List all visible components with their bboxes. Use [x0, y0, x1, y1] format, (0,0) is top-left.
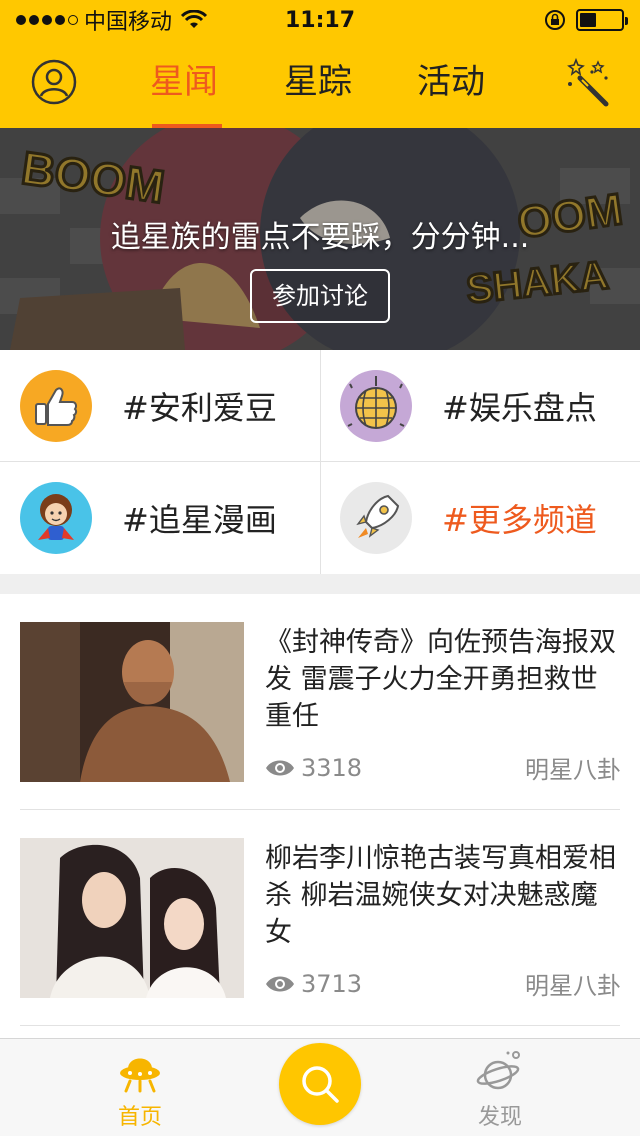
rocket-icon [340, 482, 412, 554]
search-icon [302, 1066, 339, 1103]
tab-activities[interactable]: 活动 [417, 40, 550, 128]
user-avatar-icon[interactable] [30, 58, 78, 106]
news-item[interactable]: 《封神传奇》向佐预告海报双发 雷震子火力全开勇担救世重任 3318 明星八卦 [0, 594, 640, 810]
status-bar: 中国移动 11:17 [0, 0, 640, 40]
channel-label: #安利爱豆 [122, 389, 277, 427]
channel-label: #更多频道 [442, 501, 597, 539]
news-category: 明星八卦 [525, 972, 621, 1000]
view-count: 3318 [301, 753, 363, 782]
grid-divider [320, 350, 321, 574]
rotation-lock-icon [545, 10, 565, 30]
channel-entertainment-review[interactable]: #娱乐盘点 [320, 350, 640, 462]
news-thumbnail [20, 622, 244, 782]
view-count: 3713 [301, 969, 363, 998]
channel-label: #追星漫画 [122, 501, 277, 539]
tab-home-label: 首页 [117, 1105, 162, 1130]
news-meta: 3318 明星八卦 [265, 750, 621, 785]
channel-recommend-idol[interactable]: #安利爱豆 [0, 350, 320, 462]
news-title: 《封神传奇》向佐预告海报双发 雷震子火力全开勇担救世重任 [265, 627, 616, 732]
news-title: 柳岩李川惊艳古装写真相爱相杀 柳岩温婉侠女对决魅惑魔女 [265, 843, 616, 948]
banner-title: 追星族的雷点不要踩，分分钟... [110, 220, 530, 255]
news-category: 明星八卦 [525, 756, 621, 784]
news-item[interactable]: 柳岩李川惊艳古装写真相爱相杀 柳岩温婉侠女对决魅惑魔女 3713 明星八卦 [0, 810, 640, 1026]
ufo-home-icon [120, 1058, 160, 1093]
news-divider [20, 1025, 620, 1026]
channel-label: #娱乐盘点 [442, 389, 597, 427]
carrier-name: 中国移动 [84, 10, 173, 35]
tab-news[interactable]: 星闻 [150, 40, 284, 128]
disco-ball-icon [340, 370, 412, 442]
join-discussion-button[interactable]: 参加讨论 [250, 269, 390, 323]
battery-icon [576, 9, 628, 31]
cartoon-hero-icon [20, 482, 92, 554]
top-nav-bar: 星闻 星踪 活动 [0, 40, 640, 128]
tab-discover-label: 发现 [477, 1105, 522, 1130]
tab-home[interactable]: 首页 [80, 1039, 200, 1136]
top-tabs: 星闻 星踪 活动 [150, 40, 550, 128]
promo-banner[interactable]: BOOM OOM SHAKA 追星族的雷点不要踩，分分钟... 参加讨论 [0, 128, 640, 350]
channel-grid: #安利爱豆 #娱乐盘点 #追星漫画 #更多频道 [0, 350, 640, 574]
tab-discover[interactable]: 发现 [440, 1039, 560, 1136]
magic-wand-icon[interactable] [566, 56, 612, 108]
channel-more[interactable]: #更多频道 [320, 462, 640, 574]
eye-icon [266, 760, 294, 775]
search-button[interactable] [279, 1043, 361, 1125]
news-meta: 3713 明星八卦 [265, 966, 621, 1001]
eye-icon [266, 976, 294, 991]
section-gap [0, 574, 640, 594]
signal-strength-icon [16, 15, 78, 25]
tab-star-track[interactable]: 星踪 [284, 40, 417, 128]
channel-fan-comics[interactable]: #追星漫画 [0, 462, 320, 574]
wifi-icon [180, 10, 208, 28]
thumbs-up-icon [20, 370, 92, 442]
news-thumbnail [20, 838, 244, 998]
planet-icon [476, 1051, 520, 1090]
